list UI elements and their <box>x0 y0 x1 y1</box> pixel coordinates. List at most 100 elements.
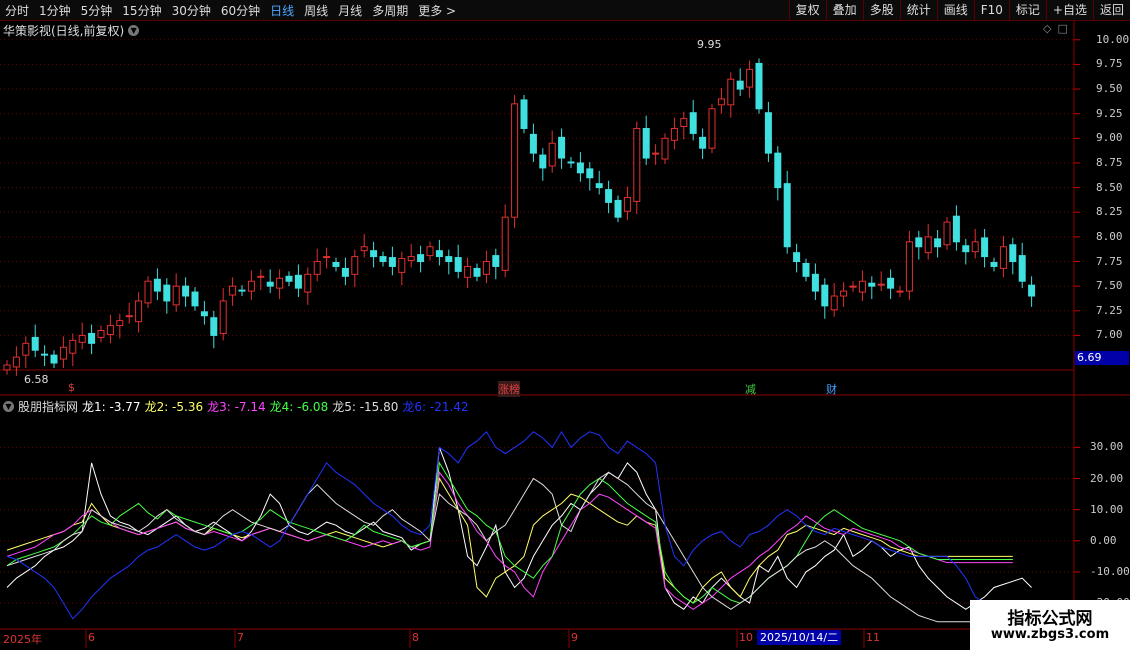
stock-name-label: 华策影视(日线,前复权) <box>3 24 125 38</box>
price-tick-label: 8.50 <box>1096 180 1123 194</box>
candle-body <box>97 330 105 338</box>
toolbar-button-7[interactable]: +自选 <box>1045 0 1093 20</box>
top-toolbar: 分时 1分钟 5分钟 15分钟 30分钟 60分钟 日线 周线 月线 多周期 更多 > 复权 叠加 多股… <box>0 0 1130 21</box>
selected-date-box: 2025/10/14/二 <box>757 630 842 645</box>
candle-body <box>670 127 678 141</box>
candle-body <box>229 285 237 296</box>
current-price-box: 6.69 <box>1075 351 1129 365</box>
event-marker-0[interactable]: 涨榜 <box>498 381 520 397</box>
candle-body <box>210 317 218 336</box>
tab-period-4[interactable]: 30分钟 <box>167 2 216 19</box>
candle-body <box>755 62 763 110</box>
candle-body <box>435 250 443 258</box>
candle-body <box>88 332 96 344</box>
series-line-龙1 <box>6 447 1032 610</box>
indicator-tick-label: 10.00 <box>1090 502 1124 516</box>
watermark-title: 指标公式网 <box>1007 609 1093 629</box>
event-marker-2[interactable]: 财 <box>826 381 837 397</box>
candle-body <box>811 273 819 292</box>
chevron-down-icon[interactable]: ▼ <box>128 25 140 36</box>
tab-period-1[interactable]: 1分钟 <box>34 2 76 19</box>
series-line-龙4 <box>6 461 1013 604</box>
candle-body <box>50 354 58 364</box>
candle-body <box>633 127 641 202</box>
candle-body <box>1009 244 1017 263</box>
candle-body <box>398 258 406 273</box>
toolbar-button-2[interactable]: 多股 <box>862 0 900 20</box>
tab-period-3[interactable]: 15分钟 <box>117 2 166 19</box>
candle-body <box>247 280 255 292</box>
toolbar-button-0[interactable]: 复权 <box>788 0 826 20</box>
tab-period-7[interactable]: 周线 <box>299 2 333 19</box>
candle-body <box>614 199 622 218</box>
candle-body <box>887 277 895 289</box>
candle-body <box>623 196 631 212</box>
tab-period-0[interactable]: 分时 <box>0 2 34 19</box>
candle-body <box>12 356 20 368</box>
tab-period-9[interactable]: 多周期 <box>367 2 413 19</box>
toolbar-button-4[interactable]: 画线 <box>936 0 974 20</box>
candle-body <box>182 285 190 297</box>
event-marker-3[interactable]: $ <box>68 381 75 394</box>
candle-body <box>793 252 801 263</box>
candle-body <box>313 261 321 275</box>
tab-period-5[interactable]: 60分钟 <box>216 2 265 19</box>
toolbar-button-8[interactable]: 返回 <box>1092 0 1130 20</box>
price-tick-label: 8.75 <box>1096 155 1123 169</box>
candle-body <box>116 320 124 327</box>
diamond-icon[interactable]: ◇ <box>1043 22 1051 35</box>
toolbar-button-3[interactable]: 统计 <box>899 0 937 20</box>
date-label: 8 <box>412 631 419 644</box>
price-tick-label: 8.25 <box>1096 205 1123 219</box>
candle-body <box>661 137 669 160</box>
candle-body <box>924 236 932 254</box>
candle-body <box>764 112 772 154</box>
toolbar-button-6[interactable]: 标记 <box>1008 0 1046 20</box>
tab-period-6[interactable]: 日线 <box>265 2 299 19</box>
candle-body <box>323 256 331 259</box>
candle-body <box>106 325 114 335</box>
candle-body <box>877 283 885 286</box>
tab-period-8[interactable]: 月线 <box>333 2 367 19</box>
candle-body <box>219 300 227 334</box>
event-marker-1[interactable]: 减 <box>745 381 756 397</box>
chevron-down-icon[interactable]: ▼ <box>3 401 14 412</box>
candle-body <box>41 353 49 356</box>
price-tick-label: 8.00 <box>1096 229 1123 243</box>
candle-body <box>605 189 613 203</box>
low-price-label: 6.58 <box>24 373 49 386</box>
candle-body <box>896 290 904 293</box>
candle-body <box>858 280 866 293</box>
candle-body <box>31 336 39 351</box>
candle-body <box>445 256 453 263</box>
candle-body <box>830 295 838 311</box>
series-label-1: 龙1: -3.77 <box>82 400 141 414</box>
candle-body <box>849 285 857 288</box>
series-label-6: 龙6: -21.42 <box>402 400 469 414</box>
candle-body <box>567 161 575 164</box>
candle-body <box>952 215 960 243</box>
candle-body <box>821 284 829 307</box>
candle-body <box>642 127 650 159</box>
candle-body <box>981 237 989 258</box>
candle-body <box>407 256 415 262</box>
toolbar-button-1[interactable]: 叠加 <box>825 0 863 20</box>
series-label-2: 龙2: -5.36 <box>144 400 204 414</box>
square-icon[interactable]: □ <box>1057 22 1067 35</box>
tab-period-2[interactable]: 5分钟 <box>76 2 118 19</box>
price-tick-label: 9.50 <box>1096 82 1123 96</box>
tab-period-10[interactable]: 更多 > <box>413 2 461 19</box>
candle-body <box>680 118 688 128</box>
toolbar-button-5[interactable]: F10 <box>973 0 1009 20</box>
chart-canvas <box>0 20 1130 648</box>
date-label: 10 <box>739 631 753 644</box>
candle-body <box>717 98 725 106</box>
high-price-value: 9.95 <box>697 38 722 51</box>
candle-body <box>135 300 143 323</box>
candle-body <box>379 256 387 263</box>
watermark-url: www.zbgs3.com <box>990 627 1110 642</box>
price-tick-label: 9.75 <box>1096 57 1123 71</box>
indicator-tick-label: 20.00 <box>1090 471 1124 485</box>
candle-body <box>501 216 509 271</box>
candle-body <box>652 152 660 155</box>
